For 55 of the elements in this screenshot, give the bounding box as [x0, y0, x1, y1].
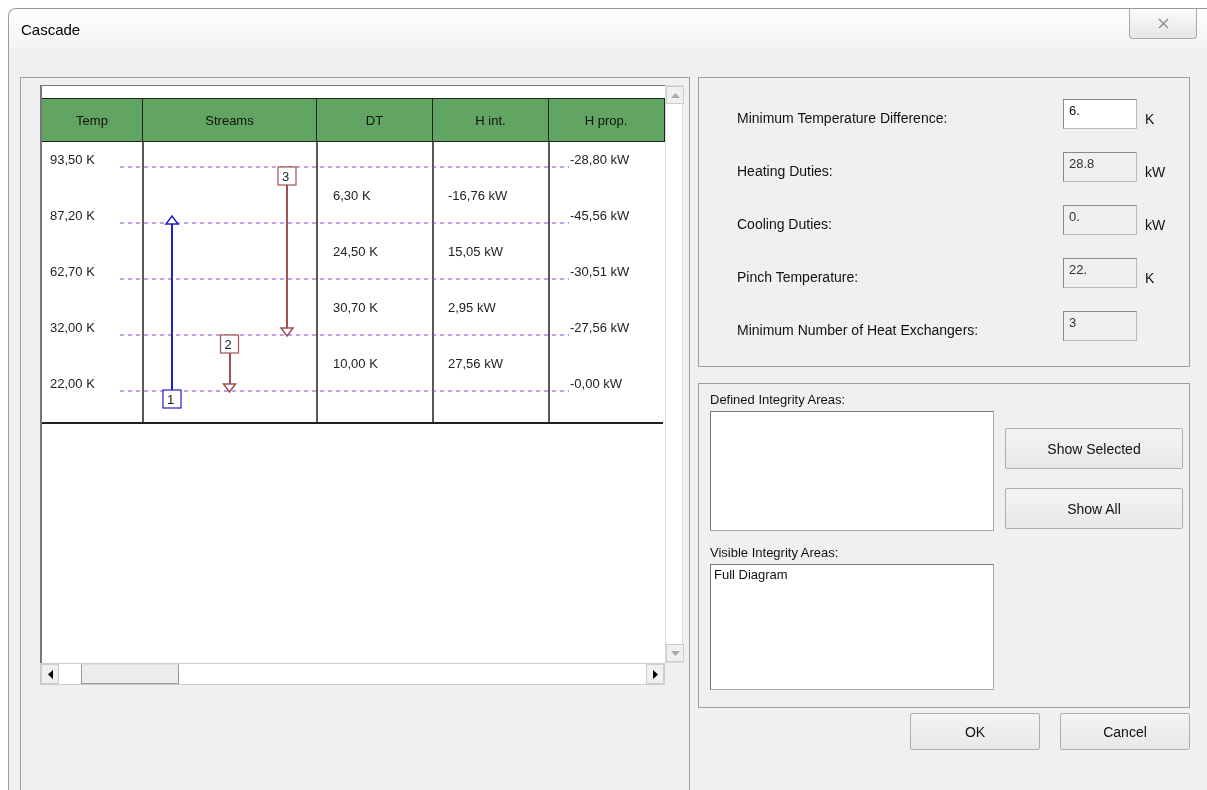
temperature-label: 62,70 K	[50, 264, 95, 279]
defined-areas-list[interactable]	[710, 411, 994, 531]
field-label: Minimum Number of Heat Exchangers:	[737, 321, 980, 338]
close-button[interactable]	[1129, 9, 1197, 39]
interval-heat: -16,76 kW	[448, 188, 508, 203]
show-button[interactable]: Show All	[1005, 488, 1183, 529]
stream-number-tag: 1	[162, 389, 182, 409]
column-header: Streams	[143, 99, 317, 141]
temperature-label: 87,20 K	[50, 208, 95, 223]
field-label: Minimum Temperature Difference:	[737, 109, 949, 126]
temperature-difference: 24,50 K	[333, 244, 378, 259]
dialog-button[interactable]: OK	[910, 713, 1040, 750]
temperature-label: 22,00 K	[50, 376, 95, 391]
unit-label: kW	[1144, 163, 1167, 180]
field-label: Pinch Temperature:	[737, 268, 860, 285]
interval-heat: 27,56 kW	[448, 356, 503, 371]
column-header: H int.	[433, 99, 549, 141]
temperature-difference: 6,30 K	[333, 188, 371, 203]
show-button[interactable]: Show Selected	[1005, 428, 1183, 469]
list-label: Defined Integrity Areas:	[710, 392, 847, 407]
column-header: DT	[317, 99, 433, 141]
scroll-left-icon	[47, 669, 53, 679]
unit-label: kW	[1144, 216, 1167, 233]
heat-flow-label: -30,51 kW	[570, 264, 630, 279]
vertical-scrollbar[interactable]	[665, 85, 683, 663]
stream-number-tag: 3	[277, 166, 297, 186]
temperature-difference: 10,00 K	[333, 356, 378, 371]
temperature-label: 32,00 K	[50, 320, 95, 335]
scroll-right-icon	[652, 669, 658, 679]
list-label: Visible Integrity Areas:	[710, 545, 840, 560]
visible-areas-list[interactable]: Full Diagram	[710, 564, 994, 690]
value-field[interactable]: 6.	[1063, 99, 1137, 129]
temperature-difference: 30,70 K	[333, 300, 378, 315]
unit-label: K	[1144, 110, 1156, 127]
heat-flow-label: -45,56 kW	[570, 208, 630, 223]
field-label: Cooling Duties:	[737, 215, 833, 232]
interval-heat: 15,05 kW	[448, 244, 503, 259]
close-icon	[1157, 18, 1169, 29]
dialog-button[interactable]: Cancel	[1060, 713, 1190, 750]
heat-flow-label: -0,00 kW	[570, 376, 622, 391]
heat-flow-label: -27,56 kW	[570, 320, 630, 335]
window-title: Cascade	[21, 20, 81, 38]
column-header: Temp	[42, 99, 143, 141]
stream-number-tag: 2	[219, 334, 240, 354]
scroll-down-icon	[670, 650, 680, 656]
heat-flow-label: -28,80 kW	[570, 152, 630, 167]
column-header: H prop.	[583, 111, 629, 130]
scroll-up-icon	[670, 92, 680, 98]
horizontal-scrollbar[interactable]	[40, 663, 665, 685]
list-item[interactable]: Full Diagram	[714, 567, 990, 582]
field-label: Heating Duties:	[737, 162, 834, 179]
scrollbar-thumb[interactable]	[81, 664, 179, 684]
interval-heat: 2,95 kW	[448, 300, 496, 315]
unit-label: K	[1144, 269, 1156, 286]
temperature-label: 93,50 K	[50, 152, 95, 167]
